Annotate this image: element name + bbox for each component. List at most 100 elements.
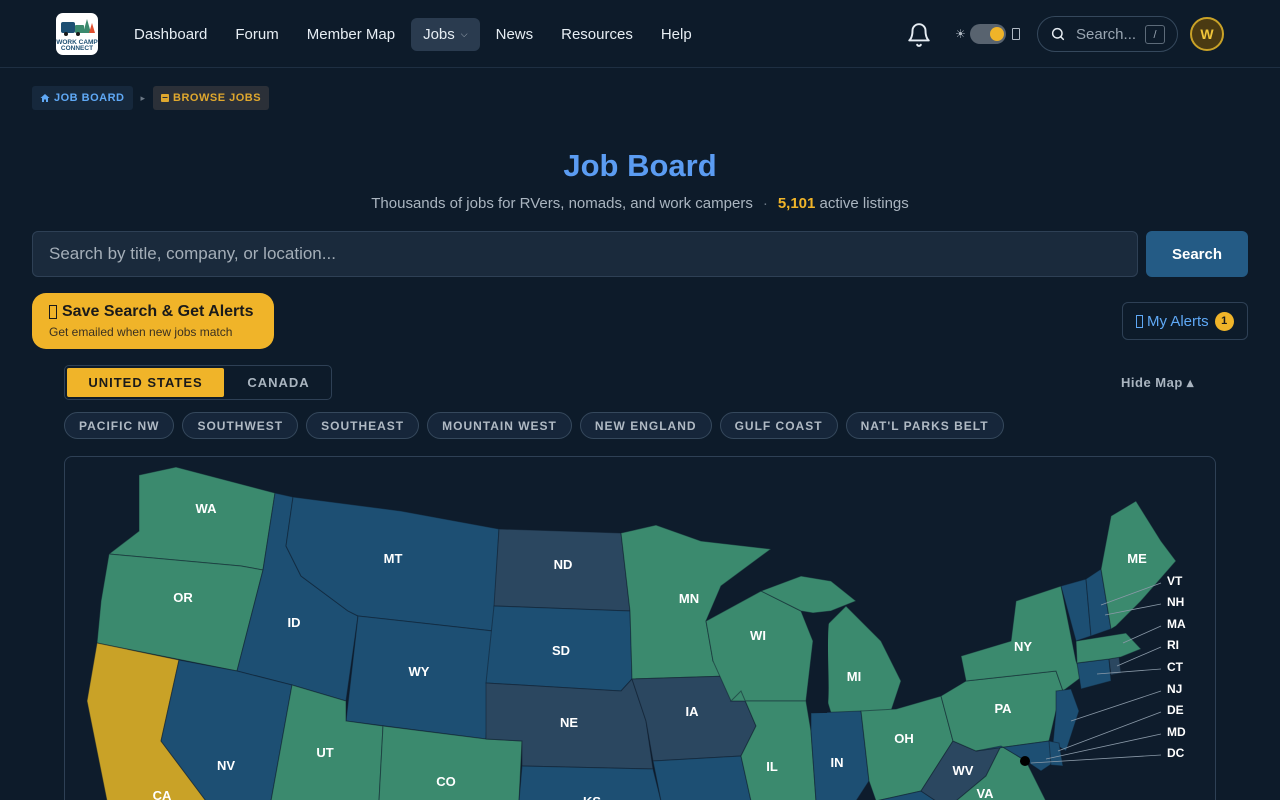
region-chip-natl-parks-belt[interactable]: NAT'L PARKS BELT: [845, 412, 1004, 439]
nav-member-map-label: Member Map: [306, 26, 396, 43]
label-ne: NE: [560, 715, 578, 730]
label-ri: RI: [1167, 638, 1179, 652]
label-nv: NV: [217, 758, 235, 773]
site-logo[interactable]: WORK CAMP CONNECT: [56, 13, 98, 55]
save-search-title: Save Search & Get Alerts: [49, 303, 274, 321]
nav-jobs[interactable]: Jobs ⌵: [411, 18, 480, 51]
page-subtitle: Thousands of jobs for RVers, nomads, and…: [0, 195, 1280, 212]
search-icon: [1051, 27, 1065, 41]
breadcrumb-browse-jobs: BROWSE JOBS: [153, 86, 270, 110]
label-md: MD: [1167, 725, 1186, 739]
label-il: IL: [766, 759, 778, 774]
label-ut: UT: [316, 745, 333, 760]
alerts-count-badge: 1: [1214, 311, 1234, 331]
home-icon: [40, 94, 50, 102]
nav-resources[interactable]: Resources: [549, 18, 645, 51]
label-mn: MN: [679, 591, 699, 606]
label-pa: PA: [994, 701, 1012, 716]
us-jobs-map: WA OR CA ID NV MT WY UT CO ND SD NE KS M…: [64, 456, 1216, 800]
listing-count: 5,101: [777, 195, 816, 212]
label-vt: VT: [1167, 574, 1183, 588]
nav-help-label: Help: [660, 26, 692, 43]
region-chip-southeast[interactable]: SOUTHEAST: [306, 412, 420, 439]
state-mo[interactable]: [652, 755, 752, 800]
label-mt: MT: [384, 551, 403, 566]
logo-icon: WORK CAMP CONNECT: [56, 19, 98, 52]
state-dc[interactable]: [1020, 756, 1030, 766]
label-wv: WV: [953, 763, 974, 778]
nav-help[interactable]: Help: [649, 18, 704, 51]
nav-dashboard-label: Dashboard: [134, 26, 208, 43]
region-chip-pacific-nw[interactable]: PACIFIC NW: [64, 412, 175, 439]
breadcrumb-job-board[interactable]: JOB BOARD: [32, 86, 133, 110]
user-avatar[interactable]: W: [1190, 17, 1224, 51]
state-mi[interactable]: [820, 605, 902, 714]
nav-news[interactable]: News: [484, 18, 546, 51]
subtitle-text: Thousands of jobs for RVers, nomads, and…: [371, 195, 753, 212]
listing-suffix: active listings: [819, 195, 909, 212]
nav-member-map[interactable]: Member Map: [295, 18, 407, 51]
region-chip-southwest[interactable]: SOUTHWEST: [182, 412, 299, 439]
state-wa[interactable]: [107, 466, 276, 571]
label-wi: WI: [750, 628, 766, 643]
global-search[interactable]: Search... /: [1037, 16, 1178, 52]
breadcrumb-browse-jobs-label: BROWSE JOBS: [173, 92, 262, 104]
country-tabs: UNITED STATES CANADA: [64, 365, 332, 400]
hide-map-toggle[interactable]: Hide Map ▴: [1121, 375, 1194, 391]
label-in: IN: [831, 755, 844, 770]
main-nav: Dashboard Forum Member Map Jobs ⌵ News Re…: [122, 18, 704, 51]
nav-jobs-label: Jobs: [423, 26, 455, 43]
label-wa: WA: [196, 501, 218, 516]
tab-united-states[interactable]: UNITED STATES: [65, 366, 226, 399]
region-chip-mountain-west[interactable]: MOUNTAIN WEST: [427, 412, 572, 439]
us-map-svg: WA OR CA ID NV MT WY UT CO ND SD NE KS M…: [86, 466, 1186, 800]
search-shortcut-key: /: [1145, 25, 1165, 44]
label-dc: DC: [1167, 746, 1185, 760]
breadcrumb-job-board-label: JOB BOARD: [54, 92, 125, 104]
label-ct: CT: [1167, 660, 1184, 674]
theme-switch[interactable]: [969, 24, 1006, 44]
search-button[interactable]: Search: [1146, 231, 1248, 277]
label-de: DE: [1167, 703, 1184, 717]
label-oh: OH: [894, 731, 914, 746]
nav-dashboard[interactable]: Dashboard: [122, 18, 219, 51]
label-id: ID: [288, 615, 301, 630]
save-search-button[interactable]: Save Search & Get Alerts Get emailed whe…: [32, 293, 274, 349]
label-ma: MA: [1167, 617, 1186, 631]
list-icon: [161, 94, 170, 102]
nav-news-label: News: [495, 26, 534, 43]
bell-icon: [49, 305, 57, 319]
region-chip-new-england[interactable]: NEW ENGLAND: [579, 412, 712, 439]
label-co: CO: [436, 774, 456, 789]
subtitle-separator: ·: [762, 195, 768, 212]
chevron-down-icon: ⌵: [460, 29, 468, 39]
page-title: Job Board: [563, 148, 717, 183]
save-search-title-text: Save Search & Get Alerts: [62, 303, 254, 320]
label-sd: SD: [552, 643, 570, 658]
breadcrumb: JOB BOARD ▸ BROWSE JOBS: [32, 86, 270, 110]
tab-canada[interactable]: CANADA: [226, 366, 331, 399]
region-chip-gulf-coast[interactable]: GULF COAST: [719, 412, 838, 439]
top-navigation-bar: WORK CAMP CONNECT Dashboard Forum Member…: [0, 0, 1280, 68]
job-search-input[interactable]: Search by title, company, or location...: [32, 231, 1138, 277]
label-wy: WY: [409, 664, 430, 679]
notifications-bell-icon[interactable]: [906, 22, 932, 48]
theme-toggle[interactable]: ☀: [955, 24, 1020, 44]
breadcrumb-separator-icon: ▸: [140, 92, 146, 103]
nav-forum-label: Forum: [235, 26, 279, 43]
nav-resources-label: Resources: [561, 26, 633, 43]
state-ct[interactable]: [1076, 658, 1112, 690]
save-search-subtitle: Get emailed when new jobs match: [49, 325, 233, 339]
moon-icon: [1011, 28, 1020, 40]
nav-forum[interactable]: Forum: [223, 18, 290, 51]
sun-icon: ☀: [955, 27, 966, 41]
label-ca: CA: [153, 788, 172, 800]
my-alerts-button[interactable]: My Alerts 1: [1122, 302, 1248, 340]
svg-text:CONNECT: CONNECT: [61, 45, 93, 52]
label-ny: NY: [1014, 639, 1032, 654]
region-filters: PACIFIC NW SOUTHWEST SOUTHEAST MOUNTAIN …: [64, 412, 1004, 439]
label-ia: IA: [686, 704, 700, 719]
label-va: VA: [976, 786, 994, 800]
label-nd: ND: [554, 557, 573, 572]
global-search-placeholder: Search...: [1076, 25, 1137, 43]
